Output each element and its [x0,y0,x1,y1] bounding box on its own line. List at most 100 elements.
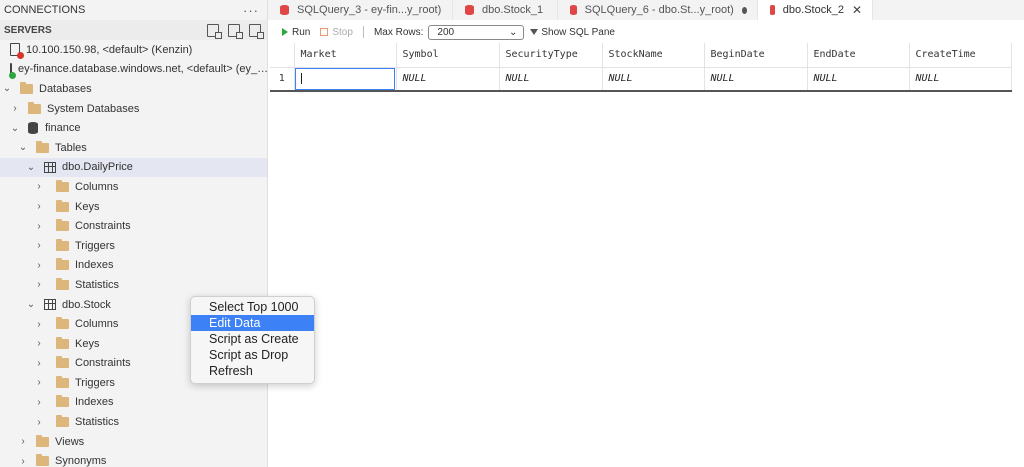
stop-button[interactable]: Stop [332,27,353,38]
menu-item-refresh[interactable]: Refresh [191,363,314,379]
tree-dp-triggers[interactable]: › Triggers [0,236,267,256]
tree-dp-keys[interactable]: › Keys [0,197,267,217]
column-header-market[interactable]: Market [294,43,397,68]
grid-cell-createtime[interactable]: NULL [909,67,1012,92]
connections-title: CONNECTIONS [4,4,86,16]
folder-icon [56,336,69,349]
servers-title: SERVERS [4,24,52,36]
menu-item-edit-data[interactable]: Edit Data [191,315,314,331]
filter-icon[interactable] [530,29,539,35]
tab-dbo-stock-2[interactable]: dbo.Stock_2 ✕ [758,0,873,20]
tree-st-statistics[interactable]: › Statistics [0,412,267,432]
grid-cell-stockname[interactable]: NULL [602,67,705,92]
folder-icon [56,219,69,232]
chevron-right-icon[interactable]: › [32,417,46,428]
stop-icon[interactable] [320,28,329,36]
editor-toolbar: Run Stop Max Rows: 200 ⌄ Show SQL Pane [268,22,1024,42]
grid-cell-market[interactable] [294,67,397,92]
chevron-down-icon[interactable]: ⌄ [16,142,30,153]
new-connection-icon[interactable] [207,23,222,39]
server-disconnected-icon [10,43,24,60]
tree-dp-constraints[interactable]: › Constraints [0,216,267,236]
connections-header: CONNECTIONS ··· [0,0,267,20]
tab-sqlquery-6[interactable]: SQLQuery_6 - dbo.St...y_root) [558,0,758,20]
tree-views[interactable]: › Views [0,432,267,452]
chevron-right-icon[interactable]: › [32,221,46,232]
folder-icon [56,317,69,330]
folder-icon [20,81,33,94]
max-rows-select[interactable]: 200 ⌄ [428,24,525,40]
servers-header[interactable]: SERVERS [0,20,267,40]
server-item[interactable]: 10.100.150.98, <default> (Kenzin) [0,40,267,60]
tree-dp-indexes[interactable]: › Indexes [0,256,267,276]
menu-item-script-as-drop[interactable]: Script as Drop [191,347,314,363]
tree-dp-statistics[interactable]: › Statistics [0,275,267,295]
tree-system-databases[interactable]: › System Databases [0,99,267,119]
tree-dp-columns[interactable]: › Columns [0,177,267,197]
server-item[interactable]: ey-finance.database.windows.net, <defaul… [0,60,267,80]
menu-item-script-as-create[interactable]: Script as Create [191,331,314,347]
chevron-right-icon[interactable]: › [16,436,30,447]
unsaved-dot-icon [741,6,747,14]
chevron-right-icon[interactable]: › [32,319,46,330]
table-icon [44,161,56,173]
text-caret [300,73,302,84]
folder-icon [56,415,69,428]
chevron-down-icon[interactable]: ⌄ [8,123,22,134]
column-header-symbol[interactable]: Symbol [396,43,500,68]
folder-icon [36,454,49,467]
database-icon [28,122,38,135]
folder-icon [56,238,69,251]
server-label: 10.100.150.98, <default> (Kenzin) [26,43,193,56]
chevron-right-icon[interactable]: › [16,456,30,467]
close-icon[interactable]: ✕ [852,3,862,17]
chevron-right-icon[interactable]: › [32,240,46,251]
grid-cell-securitytype[interactable]: NULL [499,67,603,92]
chevron-down-icon[interactable]: ⌄ [0,83,14,94]
chevron-right-icon[interactable]: › [32,260,46,271]
chevron-right-icon[interactable]: › [32,279,46,290]
folder-icon [36,140,49,153]
tree-table-dailyprice[interactable]: ⌄ dbo.DailyPrice [0,157,267,178]
more-icon[interactable]: ··· [243,3,259,18]
chevron-right-icon[interactable]: › [32,181,46,192]
chevron-right-icon[interactable]: › [8,103,22,114]
context-menu: Select Top 1000 Edit Data Script as Crea… [190,296,315,384]
chevron-right-icon[interactable]: › [32,358,46,369]
chevron-right-icon[interactable]: › [32,201,46,212]
toolbar-divider [362,26,364,38]
column-header-createtime[interactable]: CreateTime [909,43,1012,68]
server-connected-icon [9,62,16,79]
grid-cell-enddate[interactable]: NULL [807,67,910,92]
chevron-right-icon[interactable]: › [32,377,46,388]
folder-icon [36,434,49,447]
row-number: 1 [270,67,295,92]
new-server-group-icon[interactable] [228,23,243,39]
column-header-enddate[interactable]: EndDate [807,43,910,68]
run-button[interactable]: Run [292,27,310,38]
run-icon[interactable] [282,28,288,36]
menu-item-select-top-1000[interactable]: Select Top 1000 [191,299,314,315]
chevron-down-icon[interactable]: ⌄ [24,162,38,173]
tree-st-indexes[interactable]: › Indexes [0,393,267,413]
chevron-right-icon[interactable]: › [32,338,46,349]
column-header-stockname[interactable]: StockName [602,43,705,68]
tree-databases[interactable]: ⌄ Databases [0,79,267,99]
column-header-securitytype[interactable]: SecurityType [499,43,603,68]
grid-header-row: Market Symbol SecurityType StockName Beg… [270,43,1012,68]
tab-sqlquery-3[interactable]: SQLQuery_3 - ey-fin...y_root) [268,0,453,20]
tree-finance[interactable]: ⌄ finance [0,118,267,138]
folder-icon [28,101,41,114]
chevron-right-icon[interactable]: › [32,397,46,408]
tree-synonyms[interactable]: › Synonyms [0,451,267,467]
chevron-down-icon[interactable]: ⌄ [24,299,38,310]
table-icon [44,299,56,311]
show-sql-pane-button[interactable]: Show SQL Pane [541,27,615,38]
show-active-connections-icon[interactable] [249,23,264,39]
tab-dbo-stock-1[interactable]: dbo.Stock_1 [453,0,558,20]
grid-cell-symbol[interactable]: NULL [396,67,500,92]
grid-cell-begindate[interactable]: NULL [704,67,808,92]
column-header-begindate[interactable]: BeginDate [704,43,808,68]
tree-tables[interactable]: ⌄ Tables [0,138,267,158]
editor-tabs: SQLQuery_3 - ey-fin...y_root) dbo.Stock_… [268,0,1024,20]
